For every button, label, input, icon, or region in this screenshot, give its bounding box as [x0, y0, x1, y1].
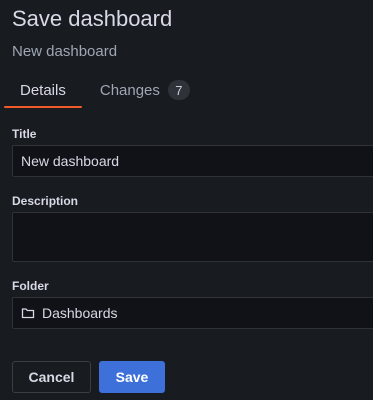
description-textarea[interactable] [12, 212, 373, 262]
folder-icon [21, 306, 35, 320]
page-subtitle: New dashboard [12, 43, 118, 60]
cancel-button-label: Cancel [28, 369, 75, 385]
tab-changes-label: Changes [99, 81, 160, 99]
title-input-value: New dashboard [21, 153, 120, 169]
changes-count-badge: 7 [167, 80, 190, 100]
save-button-label: Save [115, 369, 149, 385]
tab-details-label: Details [20, 81, 66, 99]
cancel-button[interactable]: Cancel [12, 361, 91, 393]
description-field-label: Description [12, 194, 79, 208]
folder-picker-value: Dashboards [42, 305, 118, 321]
save-dashboard-drawer: Save dashboard New dashboard Details Cha… [0, 0, 373, 400]
page-title: Save dashboard [12, 6, 173, 31]
tab-changes[interactable]: Changes 7 [84, 73, 206, 107]
save-button[interactable]: Save [99, 361, 165, 393]
title-input[interactable]: New dashboard [12, 145, 373, 177]
title-field-label: Title [12, 127, 37, 141]
tab-bar: Details Changes 7 [4, 73, 206, 109]
tab-details[interactable]: Details [4, 73, 82, 108]
folder-picker[interactable]: Dashboards [12, 297, 373, 329]
folder-field-label: Folder [12, 279, 49, 293]
